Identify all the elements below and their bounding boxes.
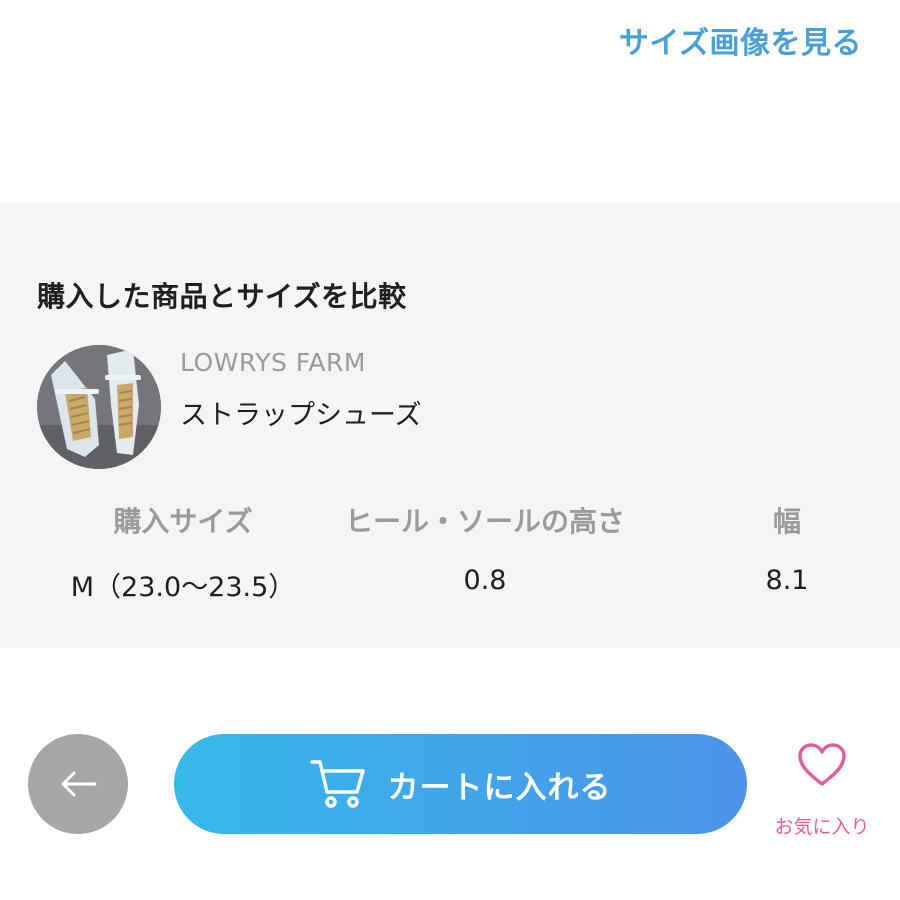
width-value: 8.1 <box>765 565 809 596</box>
heel-sole-height-header: ヒール・ソールの高さ <box>344 505 626 538</box>
heart-outline-icon <box>798 743 846 786</box>
purchase-size-value: M（23.0～23.5） <box>70 572 296 603</box>
favorite-label: お気に入り <box>774 816 870 838</box>
add-to-cart-button[interactable]: カートに入れる <box>174 734 747 834</box>
product-thumbnail[interactable] <box>37 345 161 469</box>
favorite-button[interactable]: お気に入り <box>760 742 884 842</box>
size-image-link[interactable]: サイズ画像を見る <box>619 18 862 62</box>
heel-sole-height-value: 0.8 <box>463 565 507 596</box>
width-header: 幅 <box>772 505 802 538</box>
back-button[interactable] <box>28 734 128 834</box>
shoe-image <box>37 345 161 469</box>
arrow-left-icon <box>61 771 97 797</box>
purchase-size-header: 購入サイズ <box>113 505 253 538</box>
size-compare-panel: 購入した商品とサイズを比較 LOWRYS FARM ストラップシューズ 購入サイ… <box>0 203 900 648</box>
brand-name: LOWRYS FARM <box>180 348 366 377</box>
add-to-cart-label: カートに入れる <box>387 769 612 806</box>
compare-title: 購入した商品とサイズを比較 <box>37 280 407 313</box>
shopping-cart-icon <box>309 760 365 808</box>
product-name: ストラップシューズ <box>180 400 422 431</box>
